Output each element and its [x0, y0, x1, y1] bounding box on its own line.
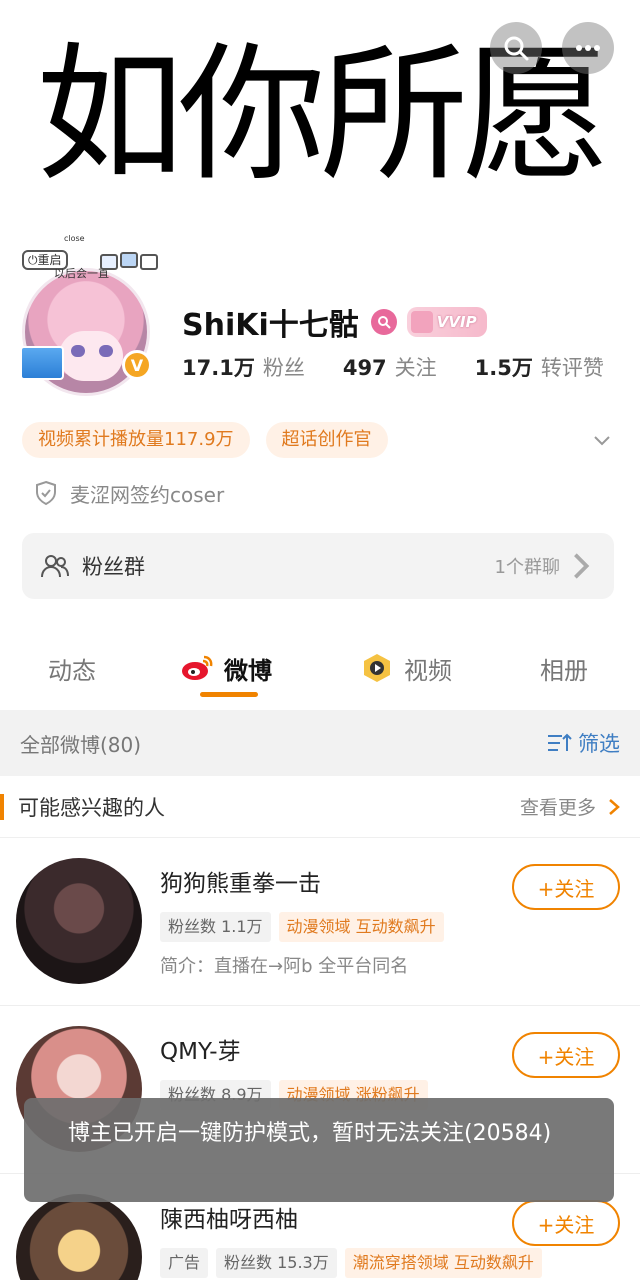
stat-followers[interactable]: 17.1万 粉丝	[182, 352, 305, 382]
interest-header: 可能感兴趣的人 查看更多	[0, 776, 640, 838]
verified-badge: V	[122, 350, 152, 380]
person-name[interactable]: QMY-芽	[160, 1032, 241, 1066]
cake-icon	[410, 311, 433, 333]
filter-bar: 全部微博(80) 筛选	[0, 710, 640, 776]
avatar-frame-decoration: ⏻重启 以后会一直 close	[20, 232, 158, 280]
level-badge-icon[interactable]	[370, 309, 397, 335]
profile-banner: 如你所愿	[0, 0, 640, 212]
tag-video-plays[interactable]: 视频累计播放量117.9万	[22, 422, 250, 458]
tab-album[interactable]: 相册	[540, 640, 588, 696]
fans-group-title: 粉丝群	[82, 555, 145, 579]
profile-tabs: 动态 微博 视频 相册	[0, 640, 640, 700]
nickname: ShiKi十七骷	[182, 308, 359, 343]
profile-stats: 17.1万 粉丝 497 关注 1.5万 转评赞	[182, 352, 622, 386]
search-icon	[504, 36, 529, 61]
follow-button[interactable]: +关注	[512, 864, 620, 910]
search-button[interactable]	[490, 22, 542, 74]
follower-count-tag: 粉丝数 15.3万	[216, 1248, 337, 1278]
signed-info: 麦涩网签约coser	[34, 478, 224, 508]
video-icon	[360, 651, 394, 685]
see-more-link[interactable]: 查看更多	[520, 793, 622, 820]
close-icon	[140, 254, 158, 270]
monitor-icon	[20, 346, 64, 380]
domain-tag: 动漫领域 互动数飙升	[278, 912, 444, 942]
follower-count-tag: 粉丝数 1.1万	[160, 912, 271, 942]
filter-icon	[548, 733, 572, 751]
person-name[interactable]: 狗狗熊重拳一击	[160, 864, 321, 898]
person-name[interactable]: 陳西柚呀西柚	[160, 1200, 298, 1234]
signed-text: 麦涩网签约coser	[70, 482, 225, 507]
profile-avatar-area[interactable]: ⏻重启 以后会一直 close V	[18, 228, 158, 396]
weibo-icon	[180, 651, 214, 685]
person-tags: 广告 粉丝数 15.3万 潮流穿搭领域 互动数飙升	[160, 1248, 550, 1278]
active-tab-indicator	[200, 692, 258, 697]
chevron-right-icon	[574, 553, 590, 579]
person-tags: 粉丝数 1.1万 动漫领域 互动数飙升	[160, 912, 452, 942]
more-icon	[576, 45, 600, 51]
tab-video[interactable]: 视频	[360, 640, 452, 696]
tag-super-topic[interactable]: 超话创作官	[265, 422, 388, 458]
tab-feed[interactable]: 动态	[48, 640, 96, 696]
fans-group-count: 1个群聊	[494, 557, 560, 578]
deco-close-label: close	[64, 234, 85, 243]
vvip-badge[interactable]: VVIP	[406, 307, 487, 337]
list-item[interactable]: 狗狗熊重拳一击 粉丝数 1.1万 动漫领域 互动数飙升 简介：直播在→阿b 全平…	[0, 838, 640, 1006]
all-weibo-count: 全部微博(80)	[20, 732, 142, 757]
nickname-row: ShiKi十七骷 VVIP	[182, 300, 487, 344]
ad-tag: 广告	[160, 1248, 209, 1278]
follow-button[interactable]: +关注	[512, 1032, 620, 1078]
stat-likes[interactable]: 1.5万 转评赞	[475, 352, 604, 382]
filter-button[interactable]: 筛选	[546, 728, 620, 758]
toast-message: 博主已开启一键防护模式，暂时无法关注(20584)	[24, 1098, 614, 1202]
domain-tag: 潮流穿搭领域 互动数飙升	[344, 1248, 542, 1278]
back-button[interactable]	[8, 26, 56, 74]
chevron-right-icon	[609, 798, 620, 815]
follow-button[interactable]: +关注	[512, 1200, 620, 1246]
window-icon	[100, 254, 118, 270]
back-arrow-icon	[22, 34, 40, 66]
group-icon	[41, 555, 69, 578]
avatar[interactable]	[16, 1194, 142, 1280]
more-button[interactable]	[562, 22, 614, 74]
window-icon	[120, 252, 138, 268]
banner-handwriting: 如你所愿	[36, 29, 610, 201]
fans-group-card[interactable]: 粉丝群 1个群聊	[22, 533, 614, 599]
stat-following[interactable]: 497 关注	[343, 352, 437, 382]
profile-tags: 视频累计播放量117.9万 超话创作官	[22, 422, 404, 458]
shield-icon	[36, 480, 56, 506]
tab-weibo[interactable]: 微博	[180, 640, 272, 696]
interest-title: 可能感兴趣的人	[18, 795, 165, 820]
avatar[interactable]	[16, 858, 142, 984]
chevron-down-icon[interactable]	[590, 428, 614, 452]
person-intro: 简介：直播在→阿b 全平台同名	[160, 956, 409, 977]
